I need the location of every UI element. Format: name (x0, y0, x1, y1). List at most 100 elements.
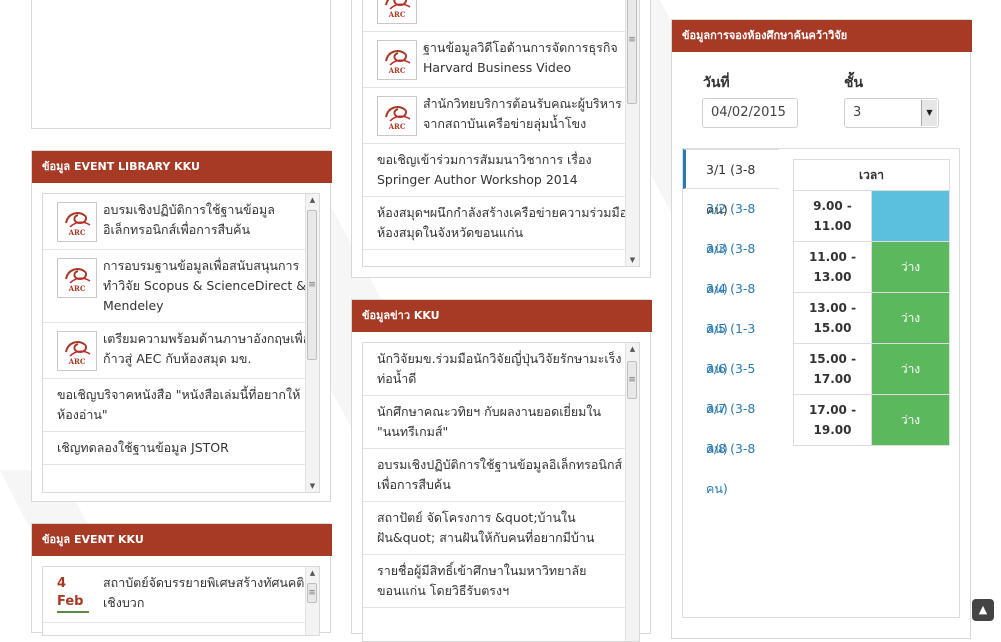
slot-status[interactable] (871, 190, 950, 242)
list-item-text[interactable]: สถาปัตย์ จัดโครงการ &quot;บ้านในฝัน&quot… (377, 510, 594, 545)
svg-text:ARC: ARC (68, 357, 86, 366)
list-item[interactable]: ขอเชิญเข้าร่วมการสัมมนาวิชาการ เรื่อง Sp… (363, 144, 639, 197)
scroll-down-icon[interactable]: ▼ (306, 480, 319, 492)
scroll-down-icon[interactable]: ▼ (626, 254, 639, 266)
room-tab[interactable]: 3/7 (3-8 คน) (683, 389, 779, 456)
list-item[interactable]: ห้องสมุดฯผนึกกำลังสร้างเครือข่ายความร่วม… (363, 197, 639, 250)
list-item[interactable]: อบรมเชิงปฏิบัติการใช้ฐานข้อมูลอิเล็กทรอน… (363, 449, 639, 502)
event-library-list: ARC อบรมเชิงปฏิบัติการใช้ฐานข้อมูลอิเล็กท… (42, 193, 320, 493)
list-item[interactable]: ARC สำนักวิทยบริการต้อนรับคณะผู้บริหารจาก… (363, 88, 639, 144)
scroll-up-icon[interactable]: ▲ (306, 194, 319, 206)
floor-select-value: 3 (853, 105, 862, 120)
list-item-text[interactable]: เชิญทดลองใช้ฐานข้อมูล JSTOR (57, 440, 229, 455)
floor-label: ชั้น (844, 75, 864, 91)
slot-time: 9.00 - 11.00 (793, 190, 872, 242)
arc-logo-icon: ARC (377, 0, 417, 24)
event-text[interactable]: สถาบัตย์จัดบรรยายพิเศษสร้างทัศนคติเชิงบว… (103, 575, 304, 610)
scroll-up-icon[interactable]: ▲ (626, 343, 639, 355)
list-item-text[interactable]: ห้องสมุดฯผนึกกำลังสร้างเครือข่ายความร่วม… (377, 205, 627, 240)
list-item-text[interactable]: อบรมเชิงปฏิบัติการใช้ฐานข้อมูลอิเล็กทรอน… (103, 202, 275, 237)
chevron-up-icon: ▲ (978, 603, 988, 616)
list-item-text[interactable]: รายชื่อผู้มีสิทธิ์เข้าศึกษาในมหาวิทยาลัย… (377, 563, 586, 598)
svg-text:ARC: ARC (388, 10, 406, 19)
arc-logo-icon: ARC (377, 40, 417, 80)
list-item[interactable]: ARCขอนแก่นอยู่บนโลกออนไลน์ (363, 0, 639, 32)
arc-logo-icon: ARC (57, 258, 97, 298)
arc-logo-icon: ARC (57, 331, 97, 371)
list-item[interactable]: สถาปัตย์ จัดโครงการ &quot;บ้านในฝัน&quot… (363, 502, 639, 555)
scroll-thumb[interactable] (627, 0, 637, 104)
list-item-text[interactable]: นักวิจัยมข.ร่วมมือนักวิจัยญี่ปุ่นวิจัยรั… (377, 351, 621, 386)
event-item[interactable]: 4 Feb สถาบัตย์จัดบรรยายพิเศษสร้างทัศนคติเช… (43, 567, 319, 623)
arc-logo-icon: ARC (57, 202, 97, 242)
room-tab[interactable]: 3/5 (1-3 คน) (683, 309, 779, 376)
svg-text:ARC: ARC (388, 122, 406, 131)
event-kku-scrollbar[interactable]: ▲ (305, 567, 319, 635)
slot-status[interactable]: ว่าง (871, 394, 950, 446)
list-item-text[interactable]: การอบรมฐานข้อมูลเพื่อสนับสนุนการทำวิจัย … (103, 258, 306, 313)
scroll-thumb[interactable] (307, 583, 317, 603)
list-item-text[interactable]: เตรียมความพร้อมด้านภาษาอังกฤษเพื่อก้าวสู… (103, 331, 310, 366)
room-tab[interactable]: 3/1 (3-8 คน) (683, 149, 779, 217)
room-tab[interactable]: 3/4 (3-8 คน) (683, 269, 779, 336)
news-kku-list: นักวิจัยมข.ร่วมมือนักวิจัยญี่ปุ่นวิจัยรั… (362, 342, 640, 642)
event-library-panel: ข้อมูล EVENT LIBRARY KKU ARC อบรมเชิงปฏิบ… (31, 150, 332, 502)
room-tab[interactable]: 3/2 (3-8 คน) (683, 189, 779, 256)
slot-status[interactable]: ว่าง (871, 292, 950, 344)
list-item[interactable]: ขอเชิญบริจาคหนังสือ "หนังสือเล่มนี้ที่อย… (43, 379, 319, 432)
slot-row: 9.00 - 11.00 (793, 190, 950, 242)
news-kku-panel: ข้อมูลข่าว KKU นักวิจัยมข.ร่วมมือนักวิจั… (351, 299, 652, 642)
slot-status[interactable]: ว่าง (871, 241, 950, 293)
list-item[interactable]: ARC เตรียมความพร้อมด้านภาษาอังกฤษเพื่อก้า… (43, 323, 319, 379)
svg-text:ARC: ARC (388, 66, 406, 75)
slot-row: 15.00 - 17.00 ว่าง (793, 343, 950, 395)
event-kku-panel: ข้อมูล EVENT KKU 4 Feb สถาบัตย์จัดบรรยายพิ… (31, 523, 332, 636)
floor-select[interactable]: 3 ▼ (844, 98, 939, 128)
event-date: 4 Feb (57, 575, 97, 613)
event-library-title: ข้อมูล EVENT LIBRARY KKU (32, 151, 332, 183)
date-input[interactable]: 04/02/2015 (702, 98, 798, 128)
list-item[interactable]: ARC ฐานข้อมูลวิดีโอด้านการจัดการธุรกิจ Ha… (363, 32, 639, 88)
scroll-thumb[interactable] (307, 210, 317, 360)
news-kku-title: ข้อมูลข่าว KKU (352, 300, 652, 332)
list-item-text[interactable]: อบรมเชิงปฏิบัติการใช้ฐานข้อมูลอิเล็กทรอน… (377, 457, 622, 492)
list-item[interactable]: ARC การอบรมฐานข้อมูลเพื่อสนับสนุนการทำวิจ… (43, 250, 319, 323)
slot-time: 11.00 - 13.00 (793, 241, 872, 293)
booking-content: 3/1 (3-8 คน) 3/2 (3-8 คน) 3/3 (3-8 คน) 3/4 … (682, 148, 960, 618)
time-slot-table: เวลา 9.00 - 11.00 11.00 - 13.00 ว่าง 13.00 … (793, 159, 950, 446)
back-to-top-button[interactable]: ▲ (972, 599, 994, 621)
room-tab[interactable]: 3/3 (3-8 คน) (683, 229, 779, 296)
slot-row: 11.00 - 13.00 ว่าง (793, 241, 950, 293)
scroll-up-icon[interactable]: ▲ (306, 567, 319, 579)
slot-status[interactable]: ว่าง (871, 343, 950, 395)
slot-time: 17.00 - 19.00 (793, 394, 872, 446)
mid-top-scrollbar[interactable]: ▼ (625, 0, 639, 266)
scroll-thumb[interactable] (627, 361, 637, 399)
list-item[interactable]: เชิญทดลองใช้ฐานข้อมูล JSTOR (43, 432, 319, 465)
mid-top-panel: ARCขอนแก่นอยู่บนโลกออนไลน์ARCฐานข้อมูลวิ… (351, 0, 651, 278)
room-tab[interactable]: 3/6 (3-5 คน) (683, 349, 779, 416)
time-header: เวลา (793, 159, 950, 191)
news-kku-scrollbar[interactable]: ▲ (625, 343, 639, 641)
list-item-text[interactable]: นักศึกษาคณะวทิยฯ กับผลงานยอดเยี่ยมใน "นน… (377, 404, 601, 439)
event-month: Feb (57, 593, 89, 613)
slot-row: 17.00 - 19.00 ว่าง (793, 394, 950, 446)
chevron-down-icon[interactable]: ▼ (921, 100, 937, 126)
list-item-text[interactable]: ขอเชิญบริจาคหนังสือ "หนังสือเล่มนี้ที่อย… (57, 387, 300, 422)
date-label: วันที่ (703, 75, 730, 91)
list-item-text[interactable]: ฐานข้อมูลวิดีโอด้านการจัดการธุรกิจ Harva… (423, 40, 618, 75)
arc-logo-icon: ARC (377, 96, 417, 136)
event-library-scrollbar[interactable]: ▲ ▼ (305, 194, 319, 492)
event-kku-list: 4 Feb สถาบัตย์จัดบรรยายพิเศษสร้างทัศนคติเช… (42, 566, 320, 636)
svg-text:ARC: ARC (68, 284, 86, 293)
list-item[interactable]: นักศึกษาคณะวทิยฯ กับผลงานยอดเยี่ยมใน "นน… (363, 396, 639, 449)
event-day: 4 (57, 576, 67, 591)
list-item-text[interactable]: สำนักวิทยบริการต้อนรับคณะผู้บริหารจากสถา… (423, 96, 622, 131)
list-item-text[interactable]: ขอเชิญเข้าร่วมการสัมมนาวิชาการ เรื่อง Sp… (377, 152, 592, 187)
booking-title: ข้อมูลการจองห้องศึกษาค้นคว้าวิจัย (672, 20, 972, 52)
list-item[interactable]: ARC อบรมเชิงปฏิบัติการใช้ฐานข้อมูลอิเล็กท… (43, 194, 319, 250)
list-item[interactable]: นักวิจัยมข.ร่วมมือนักวิจัยญี่ปุ่นวิจัยรั… (363, 343, 639, 396)
event-kku-title: ข้อมูล EVENT KKU (32, 524, 332, 556)
room-tab[interactable]: 3/8 (3-8 คน) (683, 429, 779, 496)
list-item[interactable]: รายชื่อผู้มีสิทธิ์เข้าศึกษาในมหาวิทยาลัย… (363, 555, 639, 608)
